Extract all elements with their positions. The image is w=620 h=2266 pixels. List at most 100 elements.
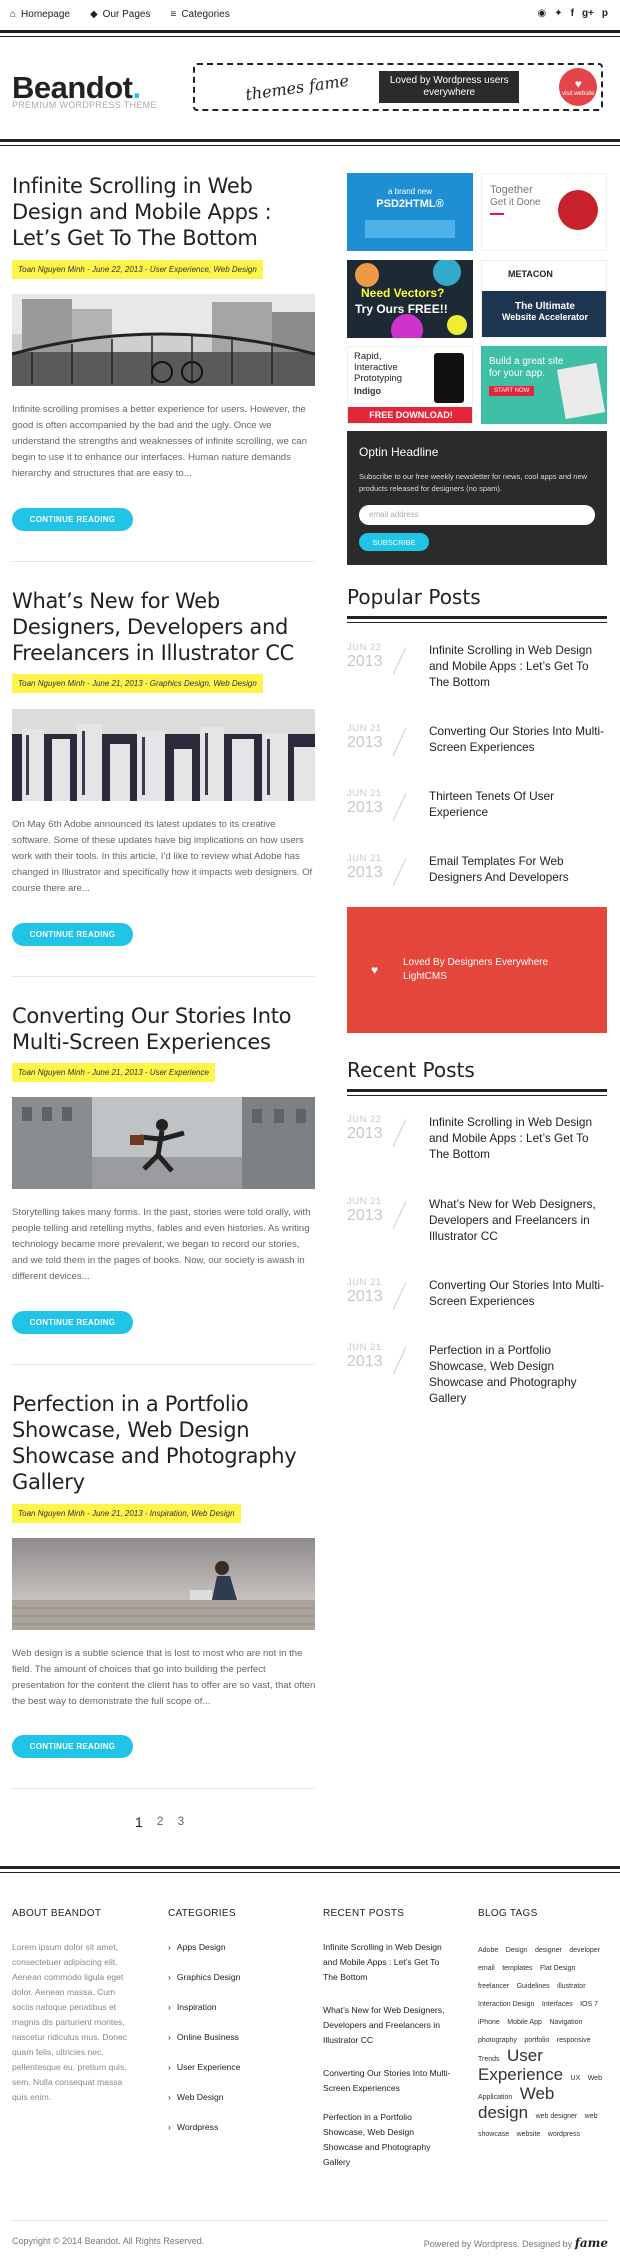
blog-tag-link[interactable]: Mobile App	[507, 2019, 542, 2026]
footer-category-link[interactable]: Wordpress	[168, 2122, 218, 2132]
google-plus-icon[interactable]: g+	[582, 8, 594, 19]
footer-recent-link[interactable]: Infinite Scrolling in Web Design and Mob…	[323, 1940, 453, 1985]
designer-logo[interactable]: fame	[575, 2236, 608, 2250]
bridge-image	[12, 294, 315, 386]
footer-category-link[interactable]: Web Design	[168, 2092, 224, 2102]
blog-tag-link[interactable]: email	[478, 1965, 495, 1972]
nav-categories[interactable]: ≡ Categories	[170, 9, 229, 20]
blog-tag-link[interactable]: Web	[588, 2075, 602, 2082]
nav-our-pages[interactable]: ◆ Our Pages	[90, 9, 151, 20]
recent-post-item[interactable]: JUN 22 2013 Infinite Scrolling in Web Desi…	[347, 1114, 607, 1162]
blog-tag-link[interactable]: UX	[571, 2075, 581, 2082]
popular-post-item[interactable]: JUN 22 2013 Infinite Scrolling in Web Desi…	[347, 642, 607, 690]
lightcms-ad[interactable]: ♥ Loved By Designers Everywhere LightCMS	[347, 907, 607, 1033]
page-2-link[interactable]: 2	[157, 1814, 164, 1830]
post-date: JUN 22	[347, 1114, 382, 1125]
blog-tag-link[interactable]: freelancer	[478, 1983, 509, 1990]
post-meta: Toan Nguyen Minh - June 22, 2013 - User …	[12, 260, 263, 279]
blog-tag-link[interactable]: Trends	[478, 2056, 500, 2063]
ad-underline	[490, 213, 504, 215]
blog-tag-link[interactable]: iPhone	[478, 2019, 500, 2026]
blog-tag-link[interactable]: User Experience	[478, 2046, 563, 2084]
blog-tag-link[interactable]: Application	[478, 2094, 512, 2101]
footer-category-link[interactable]: Inspiration	[168, 2002, 217, 2012]
page-1-link[interactable]: 1	[135, 1814, 143, 1830]
facebook-icon[interactable]: f	[571, 8, 574, 19]
blog-tag-link[interactable]: IOS 7	[580, 2001, 598, 2008]
popular-post-item[interactable]: JUN 21 2013 Email Templates For Web Design…	[347, 853, 607, 901]
recent-post-title: What’s New for Web Designers, Developers…	[429, 1197, 596, 1243]
blog-tag-link[interactable]: Adobe	[478, 1947, 498, 1954]
post-thumbnail-bridge[interactable]	[12, 294, 315, 386]
continue-reading-button[interactable]: CONTINUE READING	[12, 1311, 133, 1334]
post-title[interactable]: Perfection in a Portfolio Showcase, Web …	[12, 1391, 322, 1495]
popular-post-item[interactable]: JUN 21 2013 Thirteen Tenets Of User Experi…	[347, 788, 607, 836]
rss-icon[interactable]: ◉	[537, 8, 546, 19]
blog-tag-link[interactable]: portfolio	[524, 2037, 549, 2044]
ad-text: LightCMS	[403, 971, 447, 982]
ad-indigo[interactable]: Rapid, Interactive Prototyping Indigo FR…	[347, 346, 473, 424]
post-year: 2013	[347, 864, 383, 881]
blog-tag-link[interactable]: Interfaces	[542, 2001, 573, 2008]
ad-together[interactable]: Together Get it Done	[481, 173, 607, 251]
ad-decoration	[365, 220, 455, 238]
continue-reading-button[interactable]: CONTINUE READING	[12, 923, 133, 946]
ad-need-vectors[interactable]: Need Vectors? Try Ours FREE!!	[347, 260, 473, 338]
twitter-icon[interactable]: ✦	[554, 8, 562, 19]
ad-psd2html[interactable]: a brand new PSD2HTML®	[347, 173, 473, 251]
blog-tag-link[interactable]: responsive	[557, 2037, 591, 2044]
blog-tag-link[interactable]: photography	[478, 2037, 517, 2044]
footer-recent-link[interactable]: Perfection in a Portfolio Showcase, Web …	[323, 2110, 453, 2170]
pomegranate-icon	[558, 190, 598, 230]
footer-category-link[interactable]: Graphics Design	[168, 1972, 241, 1982]
post-thumbnail-city[interactable]	[12, 709, 315, 801]
post-title[interactable]: What’s New for Web Designers, Developers…	[12, 588, 322, 666]
blog-tag-link[interactable]: Navigation	[549, 2019, 582, 2026]
ad-text: Need Vectors?	[361, 286, 445, 300]
footer-recent-link[interactable]: What’s New for Web Designers, Developers…	[323, 2003, 453, 2048]
recent-post-item[interactable]: JUN 21 2013 Converting Our Stories Into Mu…	[347, 1277, 607, 1325]
blog-tag-link[interactable]: Guidelines	[517, 1983, 550, 1990]
blog-tag-link[interactable]: Flat Design	[540, 1965, 575, 1972]
post-title[interactable]: Infinite Scrolling in Web Design and Mob…	[12, 173, 322, 251]
continue-reading-button[interactable]: CONTINUE READING	[12, 1735, 133, 1758]
ad-metacon[interactable]: METACON The Ultimate Website Accelerator	[481, 260, 607, 338]
blog-tag-link[interactable]: wordpress	[548, 2131, 580, 2138]
recent-divider	[347, 1089, 607, 1096]
pinterest-icon[interactable]: p	[602, 8, 608, 19]
popular-post-item[interactable]: JUN 21 2013 Converting Our Stories Into Mu…	[347, 723, 607, 771]
blog-tag-link[interactable]: illustrator	[557, 1983, 585, 1990]
popular-post-title: Converting Our Stories Into Multi-Screen…	[429, 724, 605, 754]
header-banner-ad[interactable]: themes fame Loved by Wordpress users eve…	[193, 63, 603, 111]
blog-tag-link[interactable]: Interaction Design	[478, 2001, 534, 2008]
recent-post-item[interactable]: JUN 21 2013 What’s New for Web Designers, …	[347, 1196, 607, 1244]
nav-homepage[interactable]: ⌂ Homepage	[10, 9, 70, 20]
footer-category-link[interactable]: User Experience	[168, 2062, 241, 2072]
blog-tag-link[interactable]: website	[517, 2131, 541, 2138]
city-image	[12, 709, 315, 801]
blog-tag-link[interactable]: templates	[502, 1965, 532, 1972]
blog-tag-link[interactable]: developer	[569, 1947, 600, 1954]
post-year: 2013	[347, 734, 383, 751]
footer-about-text: Lorem ipsum dolor sit amet, consectetuer…	[12, 1942, 128, 2102]
post-meta: Toan Nguyen Minh - June 21, 2013 - Inspi…	[12, 1504, 241, 1523]
footer-recent-link[interactable]: Converting Our Stories Into Multi-Screen…	[323, 2066, 453, 2096]
banner-text: Loved by Wordpress users everywhere	[379, 71, 520, 103]
subscribe-button[interactable]: SUBSCRIBE	[359, 533, 429, 551]
recent-post-item[interactable]: JUN 21 2013 Perfection in a Portfolio Show…	[347, 1342, 607, 1405]
email-field[interactable]: email address	[359, 505, 595, 525]
post-thumbnail-laptop[interactable]	[12, 1538, 315, 1630]
post-title[interactable]: Converting Our Stories Into Multi-Screen…	[12, 1003, 322, 1055]
continue-reading-button[interactable]: CONTINUE READING	[12, 508, 133, 531]
post-thumbnail-street[interactable]	[12, 1097, 315, 1189]
page-3-link[interactable]: 3	[177, 1814, 184, 1830]
footer-category-link[interactable]: Apps Design	[168, 1942, 226, 1952]
blog-tag-link[interactable]: designer	[535, 1947, 562, 1954]
heart-icon: ♥	[371, 963, 379, 977]
blog-tag-link[interactable]: Design	[506, 1947, 528, 1954]
blog-tag-link[interactable]: web designer	[536, 2113, 578, 2120]
post-year: 2013	[347, 653, 383, 670]
footer-category-link[interactable]: Online Business	[168, 2032, 239, 2042]
ad-build-site[interactable]: Build a great site for your app. START N…	[481, 346, 607, 424]
footer-bottom-divider	[12, 2220, 608, 2221]
